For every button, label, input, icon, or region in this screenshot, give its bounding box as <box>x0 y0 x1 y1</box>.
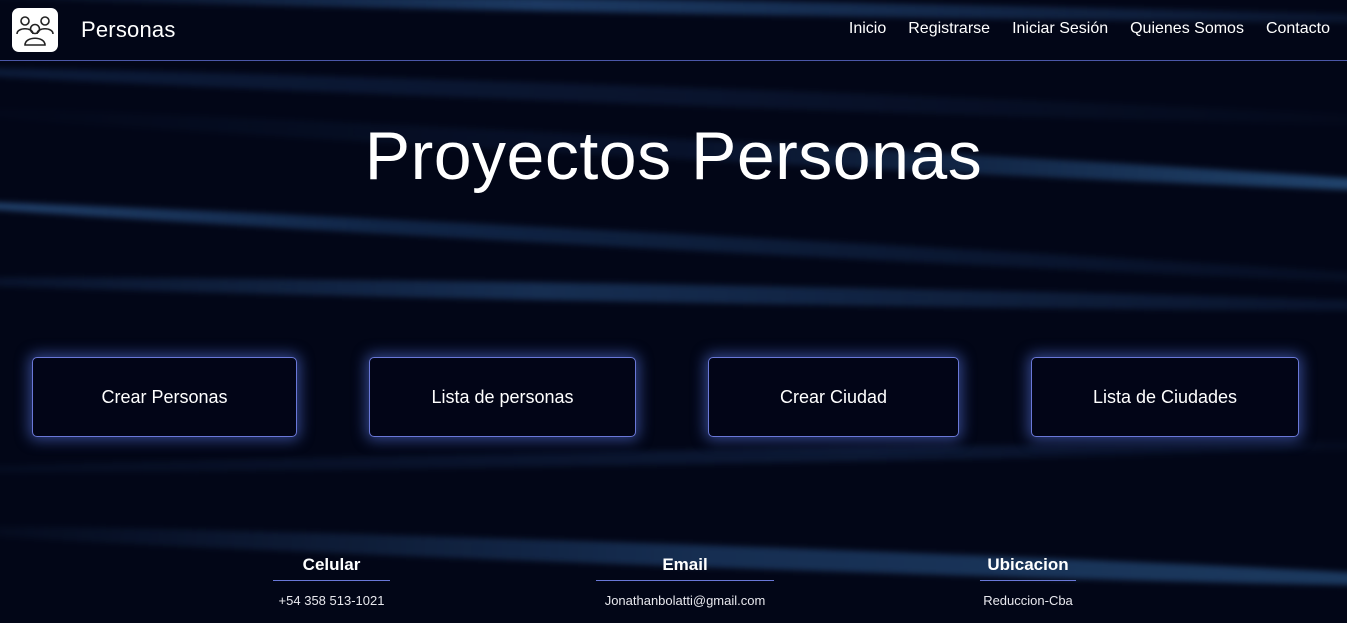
nav-links: Inicio Registrarse Iniciar Sesión Quiene… <box>849 20 1330 38</box>
footer-heading: Ubicacion <box>980 555 1076 581</box>
background-streak <box>0 436 1347 478</box>
lista-ciudades-button[interactable]: Lista de Ciudades <box>1031 357 1299 437</box>
footer-value: +54 358 513-1021 <box>278 593 385 608</box>
navbar: Personas Inicio Registrarse Iniciar Sesi… <box>0 0 1347 61</box>
page: Personas Inicio Registrarse Iniciar Sesi… <box>0 0 1347 623</box>
footer-heading: Celular <box>273 555 390 581</box>
brand-name[interactable]: Personas <box>81 17 176 43</box>
nav-link-inicio[interactable]: Inicio <box>849 20 886 38</box>
footer-value: Jonathanbolatti@gmail.com <box>604 593 766 608</box>
nav-link-contacto[interactable]: Contacto <box>1266 20 1330 38</box>
logo[interactable] <box>12 8 58 52</box>
footer-celular: Celular +54 358 513-1021 <box>273 555 390 608</box>
footer-ubicacion: Ubicacion Reduccion-Cba <box>980 555 1076 608</box>
people-group-icon <box>16 16 54 46</box>
nav-link-iniciar-sesion[interactable]: Iniciar Sesión <box>1012 20 1108 38</box>
page-title: Proyectos Personas <box>364 118 983 194</box>
lista-personas-button[interactable]: Lista de personas <box>369 357 636 437</box>
footer-heading: Email <box>596 555 774 581</box>
background-streak <box>0 193 1347 293</box>
crear-personas-button[interactable]: Crear Personas <box>32 357 297 437</box>
nav-link-registrarse[interactable]: Registrarse <box>908 20 990 38</box>
footer-value: Reduccion-Cba <box>983 593 1073 608</box>
crear-ciudad-button[interactable]: Crear Ciudad <box>708 357 959 437</box>
background-streak <box>0 271 1347 317</box>
nav-link-quienes-somos[interactable]: Quienes Somos <box>1130 20 1244 38</box>
footer-email: Email Jonathanbolatti@gmail.com <box>596 555 774 608</box>
